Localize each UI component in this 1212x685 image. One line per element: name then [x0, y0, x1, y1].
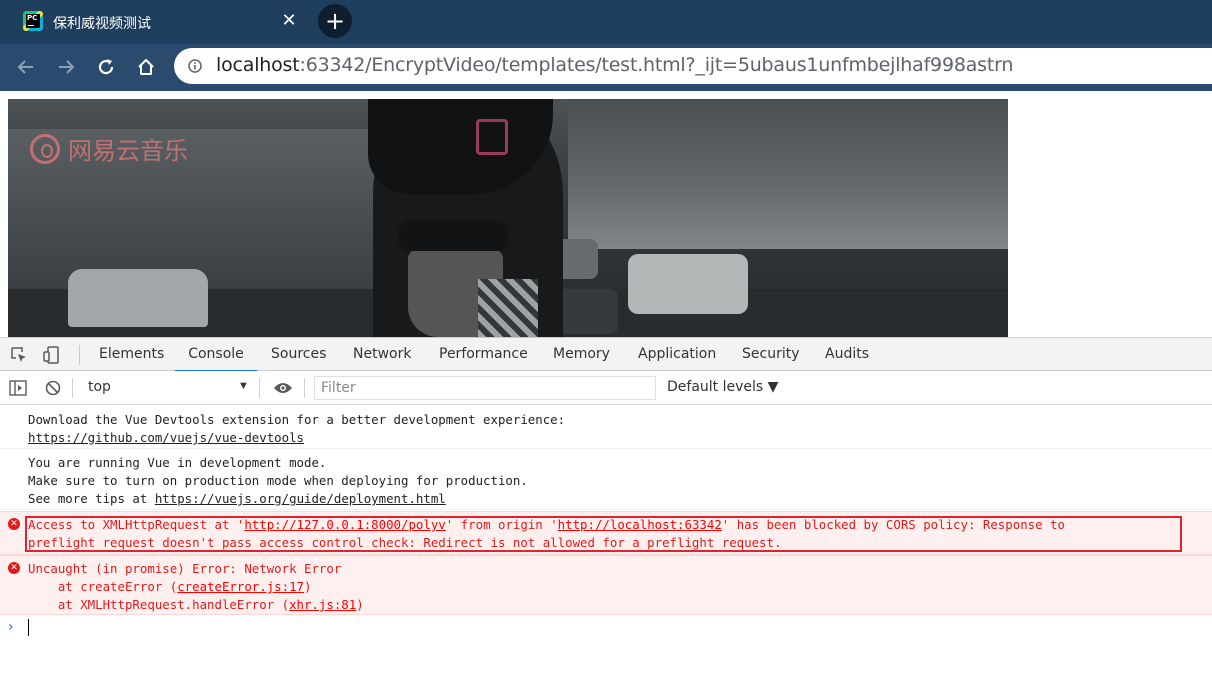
console-toolbar: top ▼ Filter Default levels ▼	[0, 371, 1212, 405]
tab-performance[interactable]: Performance	[437, 338, 530, 370]
tab-console[interactable]: Console	[175, 338, 257, 372]
browser-tabstrip: PC 保利威视频测试 ✕ +	[0, 0, 1212, 44]
tab-network[interactable]: Network	[351, 338, 413, 370]
context-select[interactable]: top	[88, 379, 111, 395]
devtools-tabbar: Elements Console Sources Network Perform…	[0, 337, 1212, 372]
show-sidebar-icon[interactable]	[9, 380, 27, 396]
home-button[interactable]	[133, 54, 159, 80]
home-icon	[138, 59, 154, 75]
info-icon[interactable]	[188, 59, 202, 73]
browser-toolbar: localhost:63342/EncryptVideo/templates/t…	[0, 44, 1212, 90]
clear-console-icon[interactable]	[45, 380, 61, 396]
reload-button[interactable]	[93, 54, 119, 80]
video-player[interactable]: 网易云音乐	[8, 99, 1008, 337]
error-text: ' from origin '	[445, 517, 558, 532]
stack-frame-text: )	[356, 597, 364, 612]
browser-tab[interactable]: PC 保利威视频测试 ✕	[12, 4, 308, 40]
back-button[interactable]	[13, 54, 39, 80]
console-input[interactable]	[28, 619, 29, 636]
stack-frame-text: at XMLHttpRequest.handleError (	[28, 597, 290, 612]
toolbar-separator	[304, 378, 305, 398]
chevron-down-icon[interactable]: ▼	[238, 380, 249, 392]
url-path: :63342/EncryptVideo/templates/test.html?…	[299, 54, 1014, 76]
stack-frame-text: )	[304, 579, 312, 594]
tab-audits[interactable]: Audits	[823, 338, 871, 370]
stack-frame-text: at createError (	[28, 579, 178, 594]
error-text: Uncaught (in promise) Error: Network Err…	[28, 561, 342, 576]
toolbar-separator	[72, 378, 73, 398]
console-error-message: ✕ Uncaught (in promise) Error: Network E…	[0, 555, 1212, 615]
netease-music-logo-icon	[30, 133, 60, 164]
url-host: localhost	[216, 54, 300, 76]
tab-close-icon[interactable]: ✕	[281, 10, 297, 32]
console-output: Download the Vue Devtools extension for …	[0, 405, 1212, 685]
error-icon: ✕	[8, 562, 20, 574]
filter-input[interactable]: Filter	[314, 376, 656, 400]
error-text: Access to XMLHttpRequest at '	[28, 517, 245, 532]
toolbar-separator	[259, 378, 260, 398]
url-text[interactable]: localhost:63342/EncryptVideo/templates/t…	[216, 54, 1013, 76]
live-expression-eye-icon[interactable]	[273, 381, 293, 395]
tab-title: 保利威视频测试	[53, 16, 151, 32]
error-icon: ✕	[8, 518, 20, 530]
tab-elements[interactable]: Elements	[97, 338, 166, 370]
device-toolbar-icon[interactable]	[43, 346, 61, 364]
pycharm-favicon-icon: PC	[23, 11, 43, 31]
console-link[interactable]: https://vuejs.org/guide/deployment.html	[155, 491, 446, 506]
console-prompt-icon: ›	[8, 619, 14, 635]
reload-icon	[98, 59, 114, 75]
video-watermark: 网易云音乐	[30, 131, 188, 166]
watermark-text: 网易云音乐	[68, 137, 188, 165]
console-line: You are running Vue in development mode.	[28, 455, 327, 470]
console-error-message: ✕ Access to XMLHttpRequest at 'http://12…	[0, 511, 1212, 555]
tab-security[interactable]: Security	[740, 338, 802, 370]
forward-arrow-icon	[59, 60, 75, 74]
favicon-inner: PC	[26, 14, 40, 28]
console-link[interactable]: http://localhost:63342	[558, 517, 722, 532]
console-text: See more tips at	[28, 491, 155, 506]
tab-application[interactable]: Application	[636, 338, 718, 370]
console-line: Download the Vue Devtools extension for …	[28, 412, 566, 427]
console-link[interactable]: http://127.0.0.1:8000/polyv	[244, 517, 445, 532]
devtools-separator	[79, 345, 80, 365]
console-line: Make sure to turn on production mode whe…	[28, 473, 528, 488]
console-message: Download the Vue Devtools extension for …	[0, 411, 1212, 449]
tab-memory[interactable]: Memory	[551, 338, 612, 370]
new-tab-button[interactable]: +	[318, 4, 352, 38]
stack-frame-link[interactable]: xhr.js:81	[289, 597, 356, 612]
log-levels-dropdown[interactable]: Default levels ▼	[667, 379, 778, 395]
console-message: You are running Vue in development mode.…	[0, 454, 1212, 510]
tab-sources[interactable]: Sources	[269, 338, 328, 370]
error-text: preflight request doesn't pass access co…	[28, 535, 782, 550]
forward-button[interactable]	[53, 54, 79, 80]
toolbar-divider	[0, 88, 1212, 91]
back-arrow-icon	[17, 60, 33, 74]
console-link[interactable]: https://github.com/vuejs/vue-devtools	[28, 430, 304, 445]
stack-frame-link[interactable]: createError.js:17	[177, 579, 304, 594]
error-text: ' has been blocked by CORS policy: Respo…	[721, 517, 1065, 532]
address-bar[interactable]: localhost:63342/EncryptVideo/templates/t…	[174, 48, 1212, 84]
inspect-element-icon[interactable]	[10, 346, 28, 364]
